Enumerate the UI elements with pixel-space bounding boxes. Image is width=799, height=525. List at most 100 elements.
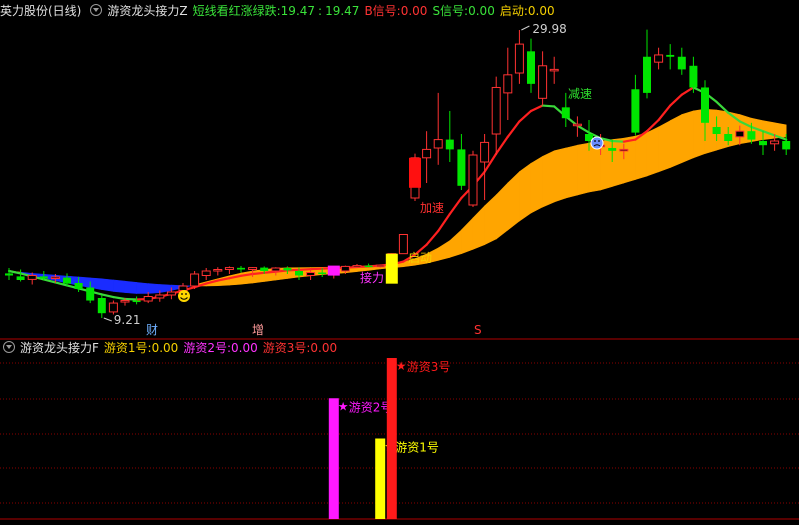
candle — [16, 269, 25, 282]
candle-body — [689, 65, 698, 88]
candle-body — [201, 270, 211, 276]
legend-sep: : — [318, 4, 323, 18]
ribbon-segment — [577, 142, 590, 196]
marker-s: S — [474, 323, 482, 337]
candle-body — [74, 283, 83, 289]
ribbon-segment — [565, 144, 578, 199]
candle — [643, 29, 651, 99]
b-signal-label: B信号: — [364, 4, 401, 18]
ribbon-segment — [472, 205, 485, 250]
trend-line-segment — [657, 104, 672, 122]
low-label: 9.21 — [114, 313, 141, 327]
hot-money-3-label: 游资3号: — [262, 341, 311, 355]
chevron-down-icon[interactable] — [3, 341, 15, 353]
relay-label: 接力 — [360, 270, 384, 285]
candle — [503, 47, 513, 120]
candle-body — [364, 265, 373, 268]
legend-label: 短线看红涨绿跌 — [192, 4, 277, 18]
candle-body — [5, 273, 13, 276]
candle — [677, 47, 686, 75]
candle — [631, 74, 640, 136]
ribbon-segment — [611, 137, 625, 187]
candle-body — [50, 276, 60, 279]
candle-body — [224, 267, 234, 271]
candle-body — [514, 43, 524, 74]
candle-body — [770, 140, 780, 145]
ribbon-segment — [113, 279, 126, 293]
candle-body — [143, 296, 153, 302]
hot-money-bar — [386, 358, 397, 519]
ribbon-segment — [437, 240, 451, 261]
candle-body — [666, 54, 675, 57]
main-pane-header: 英力股份(日线) 游资龙头接力Z 短线看红涨绿跌:19.47:19.47 B信号:0.… — [0, 0, 560, 22]
trend-line-segment — [437, 212, 451, 233]
trend-line-segment — [251, 271, 266, 276]
candle — [514, 30, 524, 84]
candle-body — [318, 272, 327, 274]
slowdown-label: 减速 — [568, 87, 592, 101]
low-pointer — [103, 317, 112, 322]
s-signal-value: 0.00 — [468, 4, 495, 18]
candle-body — [549, 68, 559, 72]
signal-bar — [385, 253, 398, 284]
candle-body — [480, 141, 490, 163]
accelerate-label: 加速 — [420, 201, 444, 215]
sub-indicator-name[interactable]: 游资龙头接力F — [20, 341, 99, 355]
hot-money-bar-label: 游资3号 — [407, 360, 451, 374]
ribbon-segment — [681, 110, 694, 164]
chart-canvas: 29.989.21加速减速启动接力财增S ★游资2号★游资1号★游资3号 — [0, 22, 799, 520]
candle-body — [340, 265, 350, 272]
candle-body — [16, 276, 25, 280]
candle-body — [86, 287, 95, 301]
candle-body — [538, 65, 548, 99]
trend-line-segment — [309, 267, 324, 271]
candle — [352, 264, 362, 268]
ribbon-segment — [658, 120, 671, 173]
candle-body — [422, 148, 432, 159]
candle-body — [283, 268, 292, 271]
candle-body — [352, 265, 362, 268]
candle-body — [375, 264, 385, 268]
candle-body — [608, 148, 617, 151]
candle-body — [527, 51, 535, 84]
candle-body — [712, 127, 721, 134]
hot-money-star: ★ — [396, 359, 407, 373]
ribbon-segment — [124, 280, 137, 294]
trend-line-segment — [425, 229, 440, 246]
candle-body — [701, 87, 709, 123]
candle — [527, 38, 535, 93]
ribbon-segment — [229, 272, 242, 286]
candle-body — [457, 149, 466, 186]
candle-body — [643, 56, 651, 93]
indicator-name[interactable]: 游资龙头接力Z — [107, 4, 187, 18]
candle-body — [295, 271, 303, 276]
smiley-eye — [185, 293, 187, 295]
stock-name[interactable]: 英力股份(日线) — [0, 4, 81, 18]
candle-body — [155, 294, 165, 299]
start-label: 启动 — [408, 251, 432, 265]
candle — [97, 295, 106, 318]
trend-line-segment — [100, 293, 115, 299]
candle-body — [306, 272, 316, 276]
hot-money-star: ★ — [338, 399, 349, 413]
candle-body — [735, 130, 745, 138]
marker-cai: 财 — [146, 323, 158, 337]
ribbon-segment — [136, 282, 149, 294]
candle — [5, 268, 13, 280]
trend-line-segment — [506, 120, 521, 138]
legend-value-a: 19.47 — [280, 4, 316, 18]
b-signal-value: 0.00 — [400, 4, 428, 18]
trend-line-segment — [297, 268, 312, 271]
candle — [666, 44, 675, 70]
smiley-face — [178, 290, 190, 302]
trend-line-segment — [123, 297, 138, 301]
candle-body — [759, 141, 767, 146]
chevron-down-icon[interactable] — [90, 4, 103, 16]
legend-value-b: 19.47 — [325, 4, 360, 18]
candle-body — [63, 277, 71, 284]
trend-line-segment — [529, 104, 544, 113]
candle-body — [39, 276, 48, 279]
start-value: 0.00 — [527, 4, 555, 18]
trend-line-segment — [669, 93, 683, 107]
candle — [654, 47, 664, 70]
